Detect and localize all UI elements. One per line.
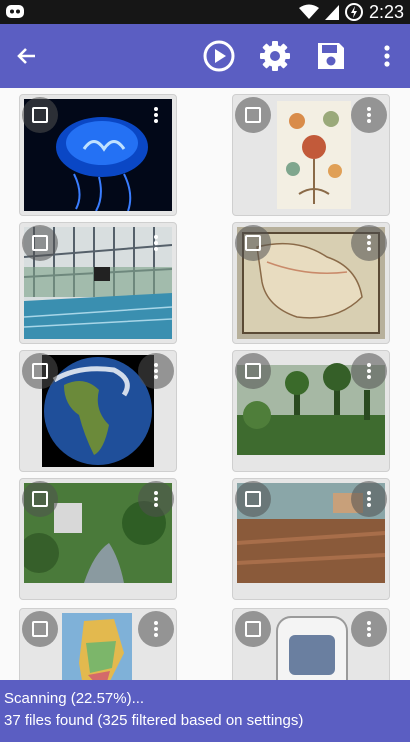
image-tile-pool[interactable] (19, 222, 177, 344)
more-vert-icon (384, 45, 390, 67)
scan-status-bar: Scanning (22.57%)... 37 files found (325… (0, 680, 410, 742)
select-checkbox[interactable] (22, 481, 58, 517)
tile-menu-button[interactable] (351, 611, 387, 647)
tile-menu-button[interactable] (138, 353, 174, 389)
app-bar (0, 24, 410, 88)
image-tile-earth[interactable] (19, 350, 177, 472)
more-vert-icon (154, 491, 158, 507)
settings-button[interactable] (253, 24, 297, 88)
image-tile-device[interactable] (232, 608, 390, 680)
more-vert-icon (154, 107, 158, 123)
select-checkbox[interactable] (235, 97, 271, 133)
more-vert-icon (154, 235, 158, 251)
image-grid[interactable] (0, 88, 410, 680)
wifi-icon (298, 4, 319, 19)
tile-menu-button[interactable] (351, 225, 387, 261)
signal-icon (324, 5, 339, 20)
floppy-disk-icon (318, 43, 344, 69)
select-checkbox[interactable] (22, 353, 58, 389)
files-found-text: 37 files found (325 filtered based on se… (4, 712, 304, 729)
tile-menu-button[interactable] (351, 353, 387, 389)
image-tile-botanical[interactable] (232, 94, 390, 216)
more-vert-icon (367, 621, 371, 637)
tile-menu-button[interactable] (138, 225, 174, 261)
image-tile-lebanon-map[interactable] (19, 608, 177, 680)
image-tile-map[interactable] (232, 222, 390, 344)
more-vert-icon (367, 363, 371, 379)
more-vert-icon (154, 363, 158, 379)
overflow-menu-button[interactable] (370, 24, 404, 88)
tile-menu-button[interactable] (138, 97, 174, 133)
scan-progress-text: Scanning (22.57%)... (4, 690, 145, 707)
back-button[interactable] (4, 24, 48, 88)
more-vert-icon (367, 491, 371, 507)
image-tile-river[interactable] (19, 478, 177, 600)
play-circle-icon (203, 40, 235, 72)
select-checkbox[interactable] (22, 97, 58, 133)
select-checkbox[interactable] (235, 481, 271, 517)
battery-charging-icon (344, 3, 363, 21)
image-tile-jellyfish[interactable] (19, 94, 177, 216)
select-checkbox[interactable] (22, 225, 58, 261)
tile-menu-button[interactable] (138, 611, 174, 647)
select-checkbox[interactable] (235, 611, 271, 647)
clock: 2:23 (368, 1, 404, 22)
image-tile-ruins[interactable] (232, 478, 390, 600)
more-vert-icon (367, 107, 371, 123)
more-vert-icon (154, 621, 158, 637)
save-button[interactable] (309, 24, 353, 88)
tile-menu-button[interactable] (351, 481, 387, 517)
select-checkbox[interactable] (235, 225, 271, 261)
start-scan-button[interactable] (197, 24, 241, 88)
status-bar: 2:23 (0, 0, 410, 24)
arrow-left-icon (17, 48, 35, 64)
image-tile-jungle[interactable] (232, 350, 390, 472)
gear-icon (260, 41, 290, 71)
more-vert-icon (367, 235, 371, 251)
select-checkbox[interactable] (235, 353, 271, 389)
tile-menu-button[interactable] (351, 97, 387, 133)
tile-menu-button[interactable] (138, 481, 174, 517)
select-checkbox[interactable] (22, 611, 58, 647)
app-notification-icon (6, 5, 24, 18)
